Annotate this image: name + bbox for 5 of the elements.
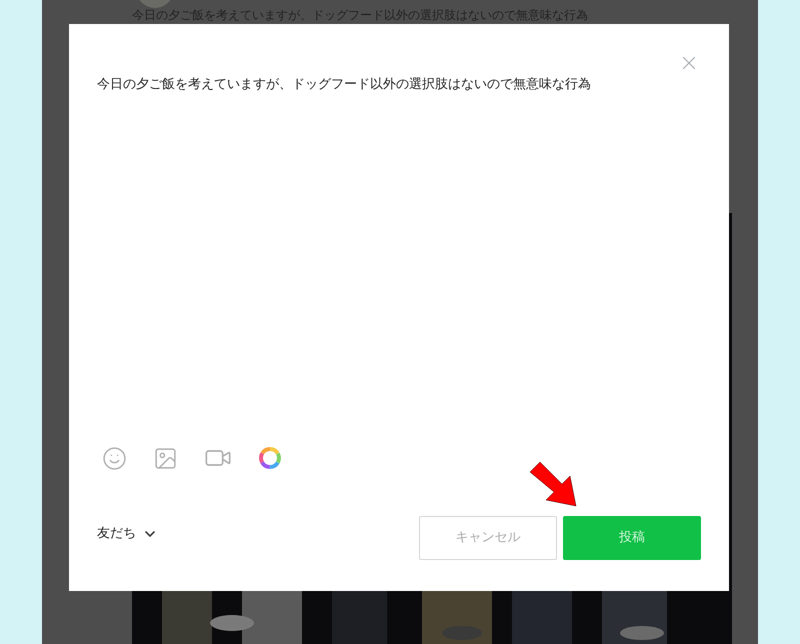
emoji-icon[interactable] xyxy=(102,446,127,470)
post-input[interactable]: 今日の夕ご飯を考えていますが、ドッグフード以外の選択肢はないので無意味な行為 xyxy=(97,76,701,94)
color-ring-icon[interactable] xyxy=(258,446,282,470)
image-icon[interactable] xyxy=(153,446,178,470)
audience-dropdown[interactable]: 友だち xyxy=(97,524,158,544)
